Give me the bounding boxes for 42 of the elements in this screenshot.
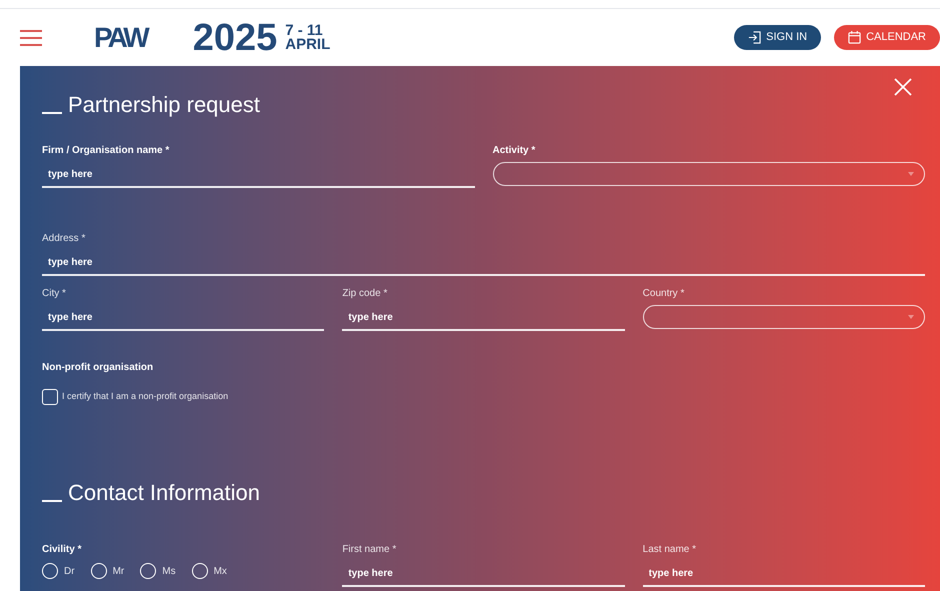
field-label: Last name * [642,543,698,557]
close-icon[interactable] [894,78,912,96]
sign-in-button[interactable]: SIGN IN [734,25,822,50]
date-range: 7 - 11 [285,24,324,38]
field-label: Activity * [492,144,536,158]
caret-icon [908,315,914,319]
input-field[interactable]: type here [342,305,625,331]
input-field[interactable]: type here [42,250,925,276]
select-field[interactable] [642,305,925,329]
radio-label: Dr [64,564,75,578]
menu-icon[interactable] [20,28,42,46]
month-text: APRIL [285,38,330,52]
input-field[interactable]: type here [42,305,324,331]
field-label: Non-profit organisation [42,361,154,375]
radio-button[interactable] [140,563,156,579]
field-label: Firm / Organisation name * [42,144,170,158]
logo[interactable]: PAW [94,16,147,58]
input-field[interactable]: type here [42,162,474,188]
calendar-button[interactable]: CALENDAR [834,25,940,50]
input-field[interactable]: type here [642,561,925,587]
radio-button[interactable] [90,563,107,579]
field-label: Zip code * [342,287,388,301]
field-label: Country * [642,287,686,301]
field-label: Civility * [42,543,82,557]
field-label: Address * [42,232,86,246]
sign-in-icon [748,31,762,44]
radio-button[interactable] [192,563,208,579]
checkbox[interactable] [42,389,58,405]
radio-label: Ms [162,564,176,578]
field-label: First name * [342,543,398,557]
radio-label: Mx [214,564,227,578]
caret-icon [908,172,914,176]
calendar-icon [848,31,862,44]
radio-label: Mr [112,564,124,578]
select-field[interactable] [492,162,925,186]
year-text: 2025 [192,18,278,56]
checkbox-label: I certify that I am a non-profit organisation [62,390,228,404]
section-title: Partnership request [68,93,260,117]
field-label: City * [42,287,67,301]
radio-button[interactable] [42,563,58,579]
section-title: Contact Information [68,481,260,505]
input-field[interactable]: type here [342,561,625,587]
